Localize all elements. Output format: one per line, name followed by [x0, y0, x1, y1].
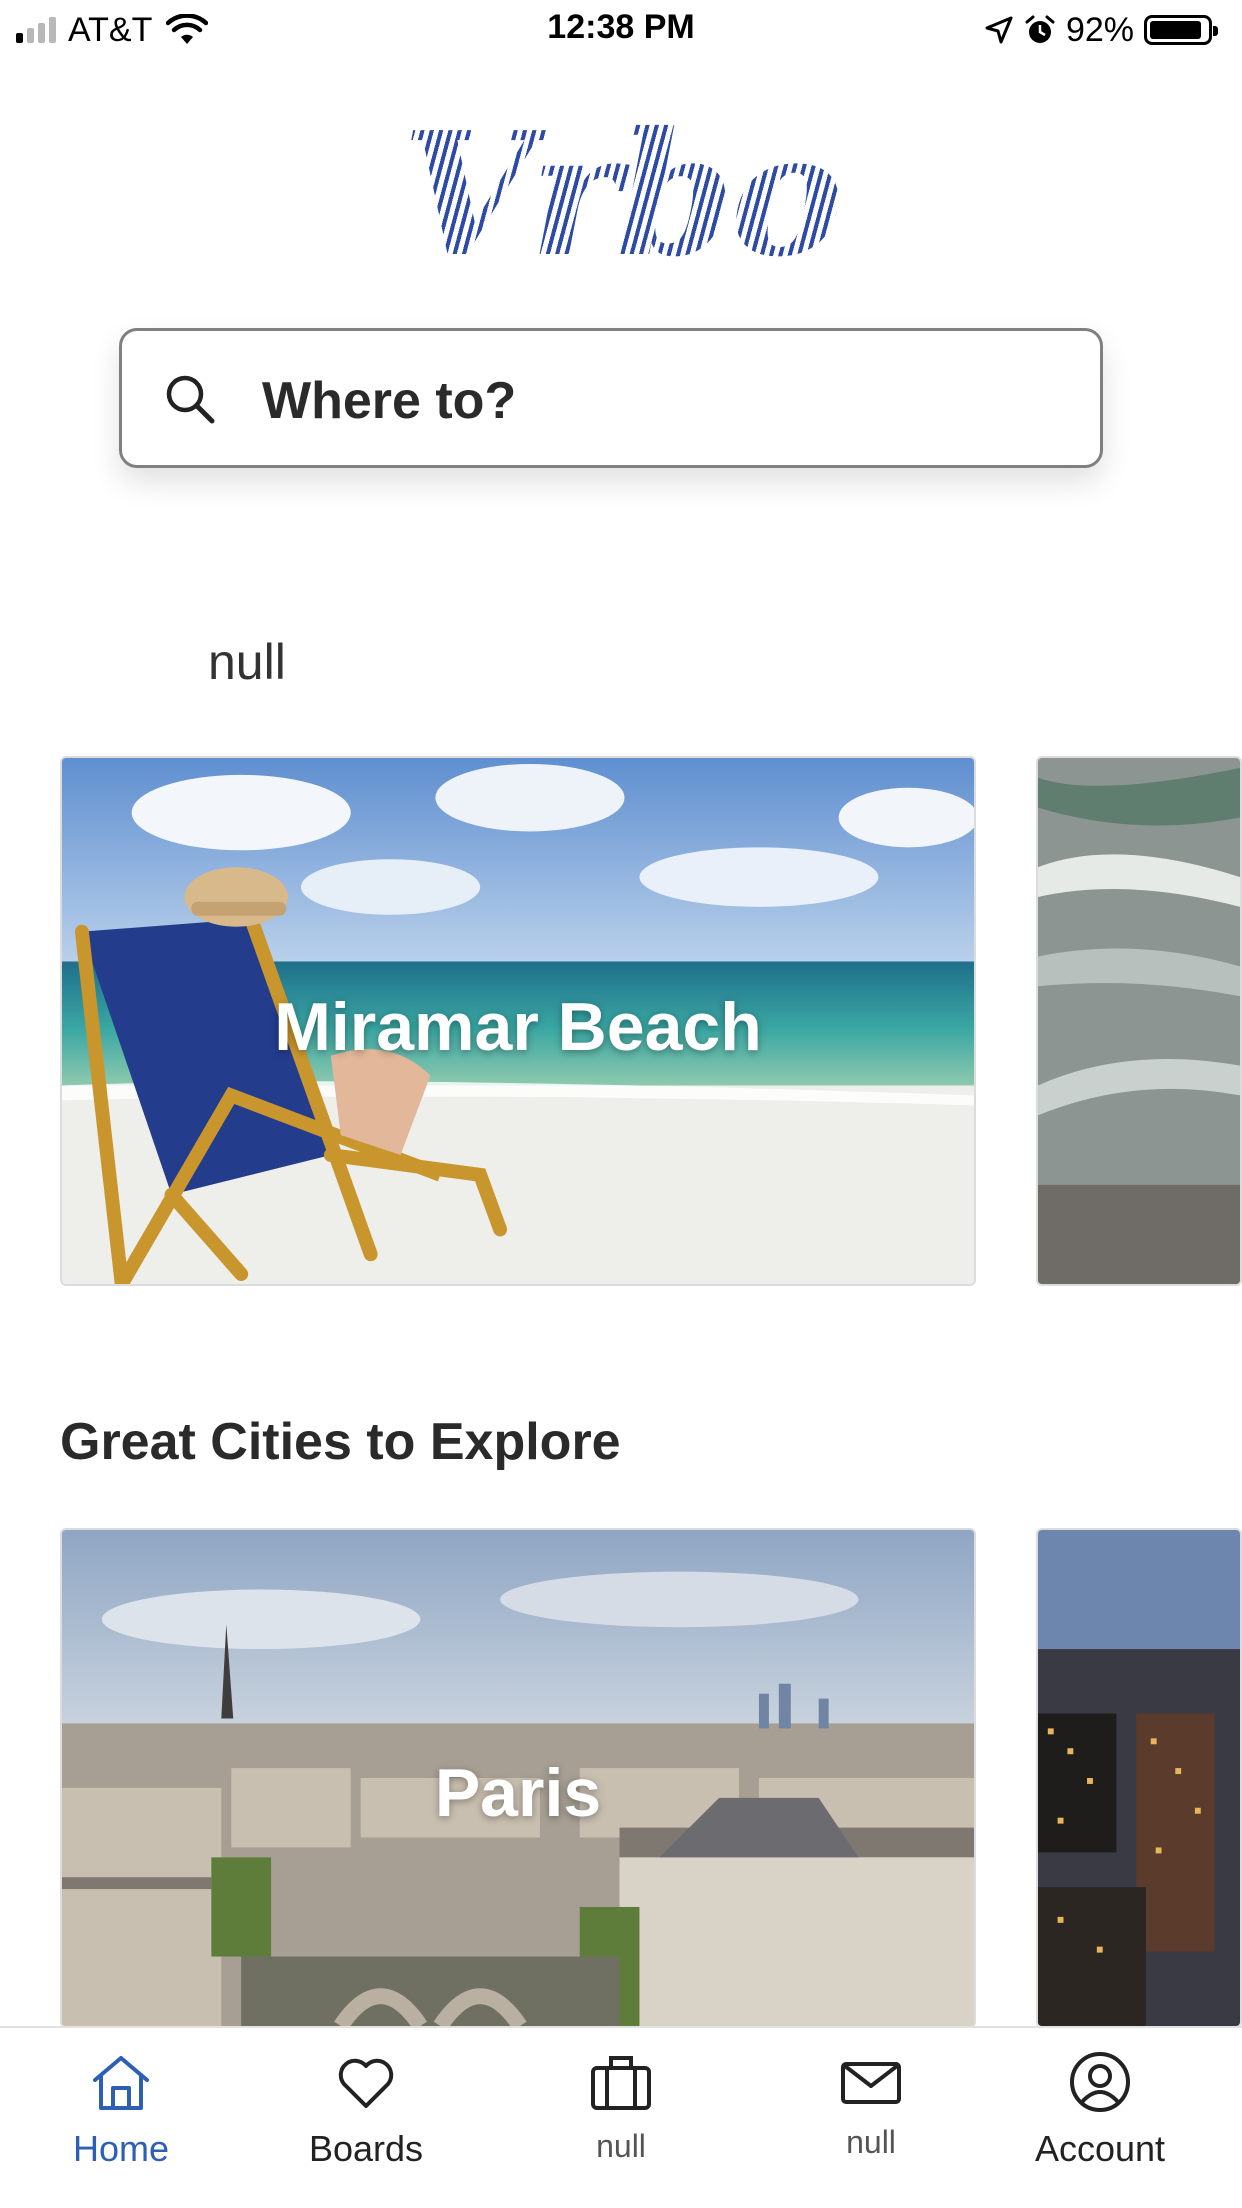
tab-label: Home: [72, 2128, 170, 2169]
account-icon: [1070, 2052, 1130, 2112]
destination-card-miramar-beach[interactable]: Miramar Beach: [60, 756, 976, 1286]
tab-home[interactable]: Home: [21, 2028, 221, 2208]
destination-label: Miramar Beach: [274, 989, 762, 1065]
logo-text: Vrbo: [402, 95, 844, 295]
tab-account[interactable]: Account: [1000, 2028, 1200, 2208]
search-input[interactable]: Where to?: [119, 328, 1103, 468]
mail-icon: [841, 2062, 901, 2104]
tab-label: null: [596, 2128, 646, 2164]
destination-label: Paris: [434, 1755, 602, 1831]
status-right: 92%: [984, 10, 1218, 50]
tab-label: Account: [1034, 2128, 1166, 2169]
suitcase-icon: [591, 2056, 651, 2110]
vrbo-logo: Vrbo: [0, 110, 1242, 280]
tab-inbox[interactable]: null: [771, 2028, 971, 2208]
tab-bar: Home Boards null null Account: [0, 2026, 1242, 2208]
battery-icon: [1144, 15, 1218, 45]
alarm-icon: [1025, 15, 1055, 43]
destination-card-ocean[interactable]: [1036, 756, 1242, 1286]
destination-card-paris[interactable]: Paris: [60, 1528, 976, 2028]
status-bar: AT&T 12:38 PM 92%: [0, 0, 1242, 60]
destination-card-city[interactable]: [1036, 1528, 1242, 2028]
location-arrow-icon: [985, 16, 1013, 44]
tab-label: Boards: [308, 2128, 424, 2169]
home-icon: [93, 2056, 149, 2110]
search-placeholder: Where to?: [262, 372, 517, 430]
city-skyscrapers-image: [1038, 1530, 1240, 2026]
tab-label: null: [846, 2124, 896, 2160]
section-title-cities: Great Cities to Explore: [60, 1413, 621, 1471]
battery-fill: [1150, 21, 1202, 39]
heart-icon: [338, 2058, 394, 2108]
search-icon: [166, 375, 215, 424]
section-title-featured: null: [208, 634, 286, 690]
tab-trips[interactable]: null: [521, 2028, 721, 2208]
tab-boards[interactable]: Boards: [266, 2028, 466, 2208]
ocean-waves-image: [1038, 758, 1240, 1284]
battery-percent: 92%: [1065, 10, 1134, 49]
